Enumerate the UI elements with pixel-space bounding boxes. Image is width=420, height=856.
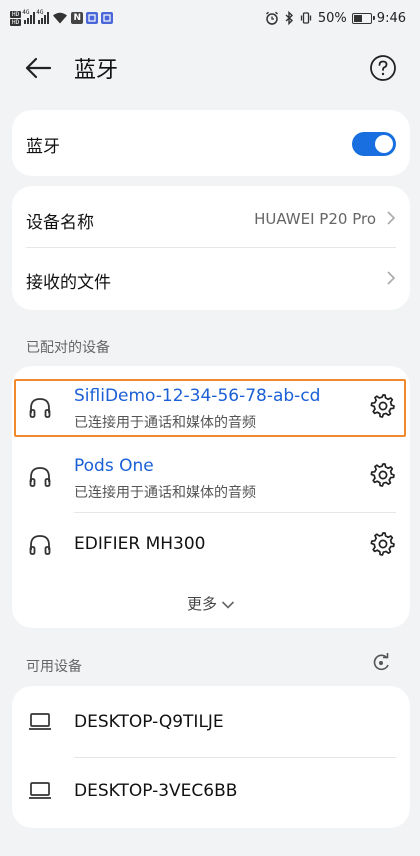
- status-bar-right: 50% 9:46: [265, 11, 406, 26]
- signal-icon: 4G: [36, 9, 50, 24]
- refresh-scan-icon[interactable]: [370, 652, 392, 674]
- bluetooth-label: 蓝牙: [26, 137, 60, 157]
- notification-app-icon: [101, 12, 114, 24]
- signal-icon: 4G: [22, 9, 36, 24]
- wifi-icon: [53, 12, 68, 24]
- headphones-icon: [29, 535, 51, 555]
- received-files-row[interactable]: 接收的文件: [12, 248, 410, 310]
- selection-highlight: [14, 379, 406, 437]
- available-device-row[interactable]: DESKTOP-Q9TILJE: [12, 686, 410, 757]
- device-name: DESKTOP-3VEC6BB: [74, 781, 238, 801]
- chevron-right-icon: [387, 211, 396, 225]
- paired-devices-heading: 已配对的设备: [26, 340, 110, 356]
- device-info-card: 设备名称 HUAWEI P20 Pro 接收的文件: [12, 186, 410, 310]
- more-label: 更多: [186, 595, 217, 613]
- device-name-value: HUAWEI P20 Pro: [254, 210, 376, 228]
- laptop-icon: [29, 713, 51, 730]
- network-type-label: 4G: [22, 9, 30, 16]
- app-header: 蓝牙: [0, 36, 420, 98]
- hd-badges: HD HD: [10, 10, 22, 26]
- alarm-icon: [265, 11, 278, 25]
- chevron-down-icon: [221, 600, 235, 609]
- vibrate-icon: [300, 12, 312, 24]
- status-bar: HD HD 4G 4G N 50% 9:46: [0, 0, 420, 36]
- available-devices-card: DESKTOP-Q9TILJE DESKTOP-3VEC6BB: [12, 686, 410, 828]
- received-files-label: 接收的文件: [26, 273, 111, 293]
- network-type-label: 4G: [36, 9, 44, 16]
- gear-icon[interactable]: [370, 531, 396, 557]
- more-button[interactable]: 更多: [12, 593, 410, 614]
- paired-device-row[interactable]: Pods One 已连接用于通话和媒体的音频: [12, 440, 410, 512]
- nfc-icon: N: [71, 12, 84, 24]
- bluetooth-toggle[interactable]: [352, 132, 396, 156]
- device-name: Pods One: [74, 456, 154, 476]
- headphones-icon: [29, 467, 51, 487]
- clock: 9:46: [376, 10, 406, 26]
- device-name-row[interactable]: 设备名称 HUAWEI P20 Pro: [12, 186, 410, 248]
- laptop-icon: [29, 782, 51, 799]
- help-icon[interactable]: [369, 54, 397, 82]
- hd-badge: HD: [10, 18, 22, 26]
- bluetooth-toggle-card: 蓝牙: [12, 110, 410, 176]
- notification-app-icon: [86, 12, 99, 24]
- available-devices-heading: 可用设备: [26, 659, 82, 675]
- bluetooth-icon: [285, 11, 293, 25]
- page-title: 蓝牙: [74, 58, 119, 83]
- back-arrow-icon[interactable]: [24, 56, 52, 80]
- toggle-knob: [375, 135, 393, 153]
- paired-device-row[interactable]: EDIFIER MH300: [12, 513, 410, 577]
- battery-percent: 50%: [317, 10, 347, 26]
- chevron-right-icon: [387, 271, 396, 285]
- device-name: DESKTOP-Q9TILJE: [74, 712, 224, 732]
- available-device-row[interactable]: DESKTOP-3VEC6BB: [12, 758, 410, 828]
- battery-icon: [351, 12, 375, 24]
- status-bar-left: HD HD 4G 4G N: [10, 9, 114, 26]
- hd-badge: HD: [10, 10, 22, 18]
- device-name-label: 设备名称: [26, 213, 94, 233]
- gear-icon[interactable]: [370, 462, 396, 488]
- device-status: 已连接用于通话和媒体的音频: [74, 485, 256, 501]
- device-name: EDIFIER MH300: [74, 534, 206, 554]
